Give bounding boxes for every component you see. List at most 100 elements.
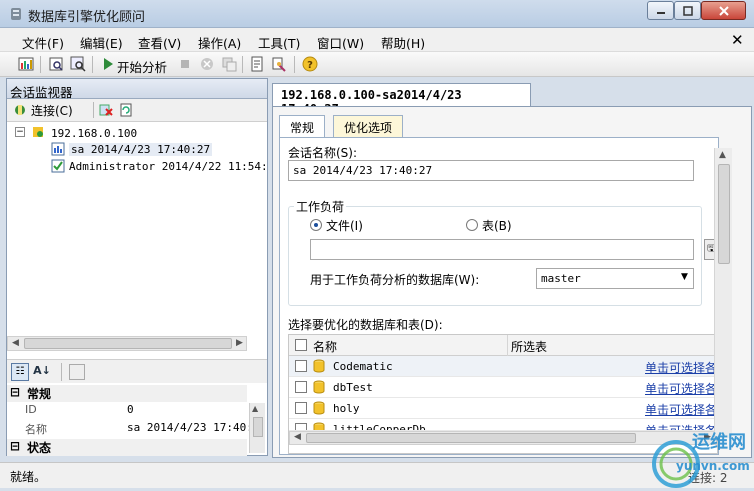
minimize-button[interactable]	[647, 1, 674, 20]
maximize-icon	[682, 5, 693, 16]
disconnect-icon[interactable]	[99, 103, 113, 117]
property-pages-icon[interactable]	[69, 364, 85, 380]
tree-horizontal-scrollbar[interactable]: ◀ ▶	[7, 336, 247, 351]
cancel-icon[interactable]	[199, 56, 215, 72]
options-icon[interactable]	[271, 56, 287, 72]
workload-file-input[interactable]	[310, 239, 694, 260]
document-tab[interactable]: 192.168.0.100-sa2014/4/23 17:40:27	[272, 83, 531, 116]
open-workload-icon[interactable]	[48, 56, 64, 72]
tab-tuning-options[interactable]: 优化选项	[333, 115, 404, 137]
property-row[interactable]: 名称 sa 2014/4/23 17:40:2	[7, 421, 259, 438]
select-tables-link[interactable]: 单击可选择各	[645, 380, 717, 397]
database-name: Codematic	[333, 360, 393, 373]
app-icon	[11, 8, 21, 20]
row-checkbox[interactable]	[295, 381, 307, 393]
categorized-icon[interactable]: ☷	[11, 363, 29, 381]
scroll-left-icon[interactable]: ◀	[12, 338, 19, 348]
collapse-icon[interactable]: ⊟	[10, 385, 20, 399]
workload-db-value: master	[541, 272, 581, 285]
row-checkbox[interactable]	[295, 402, 307, 414]
collapse-icon[interactable]: ⊟	[10, 439, 20, 453]
copy-icon[interactable]	[221, 56, 237, 72]
column-name-header[interactable]: 名称	[313, 338, 337, 355]
session-name-input[interactable]: sa 2014/4/23 17:40:27	[288, 160, 694, 181]
refresh-icon[interactable]	[119, 103, 133, 117]
watermark-logo-graphic: 运维网 yunvn.com	[652, 431, 750, 488]
row-checkbox[interactable]	[295, 423, 307, 430]
column-divider	[507, 335, 508, 356]
document-body: 常规 优化选项 会话名称(S): sa 2014/4/23 17:40:27 工…	[272, 106, 752, 458]
scroll-thumb[interactable]	[718, 164, 730, 264]
connect-icon[interactable]	[13, 103, 27, 117]
alphabetical-icon[interactable]: A↓	[33, 363, 51, 381]
help-icon[interactable]: ?	[302, 56, 318, 72]
database-icon	[313, 422, 325, 430]
database-icon	[313, 401, 325, 415]
content-vertical-scrollbar[interactable]: ▲	[714, 148, 732, 438]
table-row[interactable]: dbTest 单击可选择各	[289, 377, 717, 398]
stop-icon[interactable]	[177, 56, 193, 72]
radio-table-label[interactable]: 表(B)	[482, 217, 512, 234]
tab-general[interactable]: 常规	[279, 115, 326, 137]
radio-file-label[interactable]: 文件(I)	[326, 217, 363, 234]
session-icon	[51, 142, 65, 156]
close-document-icon[interactable]: ✕	[731, 31, 744, 49]
select-tables-link[interactable]: 单击可选择各	[645, 359, 717, 376]
menu-file[interactable]: 文件(F)	[22, 33, 64, 52]
property-name: 名称	[25, 423, 47, 436]
category-status[interactable]: ⊟ 状态	[7, 439, 247, 456]
close-window-button[interactable]	[701, 1, 746, 20]
tree-session-item[interactable]: sa 2014/4/23 17:40:27	[69, 143, 213, 156]
workload-search-icon[interactable]	[70, 56, 86, 72]
tree-server-label[interactable]: 192.168.0.100	[51, 127, 137, 140]
menu-help[interactable]: 帮助(H)	[381, 33, 425, 52]
menu-tools[interactable]: 工具(T)	[258, 33, 300, 52]
session-monitor-icon[interactable]	[18, 56, 34, 72]
category-general[interactable]: ⊟ 常规	[7, 385, 247, 402]
select-all-checkbox[interactable]	[295, 339, 307, 351]
select-db-label: 选择要优化的数据库和表(D):	[288, 318, 443, 332]
properties-scrollbar[interactable]: ▲	[249, 403, 265, 453]
menu-action[interactable]: 操作(A)	[198, 33, 241, 52]
property-row[interactable]: ID 0	[7, 403, 247, 420]
scroll-up-icon[interactable]: ▲	[252, 404, 258, 413]
table-row[interactable]: Codematic 单击可选择各	[289, 356, 717, 377]
watermark-logo: 运维网 yunvn.com	[648, 424, 752, 488]
grid-header: 名称 所选表	[289, 335, 717, 356]
tree-session-item[interactable]: Administrator 2014/4/22 11:54:38	[69, 160, 267, 173]
inner-tab-strip: 常规 优化选项	[279, 115, 719, 137]
row-checkbox[interactable]	[295, 360, 307, 372]
chevron-down-icon[interactable]: ▼	[681, 272, 688, 282]
toolbar-separator	[40, 56, 41, 73]
status-text: 就绪。	[10, 470, 47, 484]
general-tab-content: 会话名称(S): sa 2014/4/23 17:40:27 工作负荷 文件(I…	[279, 137, 719, 455]
column-selected-header[interactable]: 所选表	[511, 338, 547, 355]
database-name: holy	[333, 402, 360, 415]
collapse-toggle[interactable]: −	[15, 127, 25, 137]
scroll-up-icon[interactable]: ▲	[719, 150, 726, 160]
radio-table[interactable]	[466, 219, 478, 231]
table-row[interactable]: holy 单击可选择各	[289, 398, 717, 419]
workload-db-select[interactable]: master ▼	[536, 268, 694, 289]
scroll-left-icon[interactable]: ◀	[294, 432, 301, 442]
scroll-right-icon[interactable]: ▶	[236, 338, 243, 348]
session-monitor-title: 会话监视器	[7, 79, 267, 100]
scroll-thumb[interactable]	[24, 338, 232, 349]
select-tables-link[interactable]: 单击可选择各	[645, 401, 717, 418]
session-monitor-toolbar: 连接(C)	[7, 99, 267, 122]
menu-edit[interactable]: 编辑(E)	[80, 33, 123, 52]
maximize-button[interactable]	[674, 1, 701, 20]
menu-window[interactable]: 窗口(W)	[317, 33, 364, 52]
start-analysis-button[interactable]: 开始分析	[117, 57, 167, 76]
property-value: sa 2014/4/23 17:40:2	[127, 421, 260, 434]
workload-db-label: 用于工作负荷分析的数据库(W):	[310, 273, 480, 287]
scroll-thumb[interactable]	[253, 417, 263, 437]
scroll-thumb[interactable]	[306, 433, 636, 443]
connect-button[interactable]: 连接(C)	[31, 102, 73, 119]
toolbar-separator	[242, 56, 243, 73]
menu-view[interactable]: 查看(V)	[138, 33, 181, 52]
play-icon[interactable]	[100, 56, 116, 72]
radio-file[interactable]	[310, 219, 322, 231]
report-icon[interactable]	[249, 56, 265, 72]
session-name-label: 会话名称(S):	[288, 146, 358, 160]
